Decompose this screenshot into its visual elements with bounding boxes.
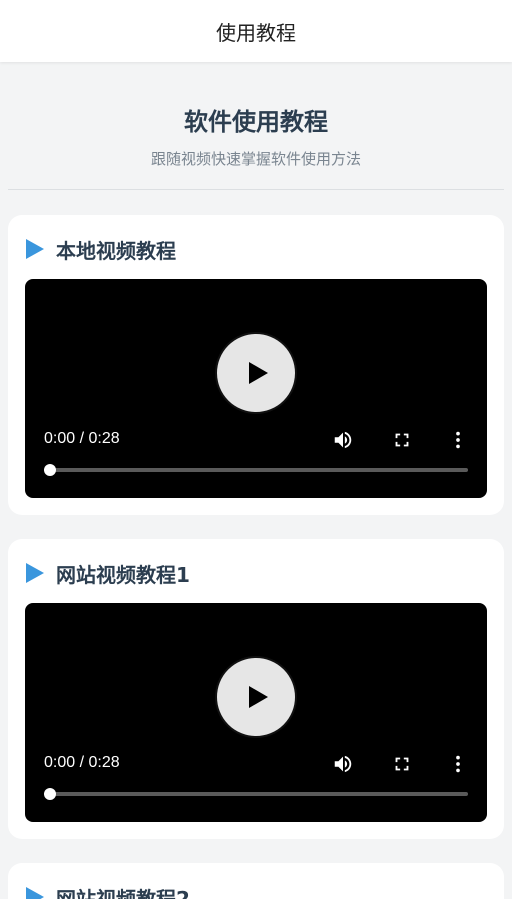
video-card: 网站视频教程1 0:00 / 0:28 bbox=[8, 539, 504, 839]
progress-bar[interactable] bbox=[44, 464, 468, 476]
video-card: 网站视频教程2 bbox=[8, 863, 504, 899]
hero-section: 软件使用教程 跟随视频快速掌握软件使用方法 bbox=[8, 62, 504, 190]
card-header: 网站视频教程1 bbox=[26, 559, 190, 587]
top-bar: 使用教程 bbox=[0, 0, 512, 62]
video-card: 本地视频教程 0:00 / 0:28 bbox=[8, 215, 504, 515]
more-vertical-icon[interactable] bbox=[447, 753, 469, 775]
volume-icon[interactable] bbox=[332, 753, 354, 775]
page-title: 使用教程 bbox=[216, 20, 296, 45]
card-header: 本地视频教程 bbox=[26, 235, 176, 263]
triangle-right-icon bbox=[26, 563, 44, 583]
video-player[interactable]: 0:00 / 0:28 bbox=[25, 603, 487, 822]
fullscreen-icon[interactable] bbox=[391, 429, 413, 451]
card-title: 网站视频教程1 bbox=[56, 562, 190, 587]
play-icon bbox=[249, 362, 268, 384]
play-button[interactable] bbox=[215, 656, 297, 738]
triangle-right-icon bbox=[26, 239, 44, 259]
card-header: 网站视频教程2 bbox=[26, 883, 190, 899]
more-vertical-icon[interactable] bbox=[447, 429, 469, 451]
time-display: 0:00 / 0:28 bbox=[44, 754, 120, 771]
play-button[interactable] bbox=[215, 332, 297, 414]
video-player[interactable]: 0:00 / 0:28 bbox=[25, 279, 487, 498]
time-display: 0:00 / 0:28 bbox=[44, 430, 120, 447]
card-title: 本地视频教程 bbox=[56, 238, 176, 263]
play-icon bbox=[249, 686, 268, 708]
volume-icon[interactable] bbox=[332, 429, 354, 451]
hero-title: 软件使用教程 bbox=[184, 108, 328, 136]
hero-subtitle: 跟随视频快速掌握软件使用方法 bbox=[150, 150, 361, 168]
progress-bar[interactable] bbox=[44, 788, 468, 800]
card-title: 网站视频教程2 bbox=[56, 886, 190, 899]
progress-thumb[interactable] bbox=[44, 788, 56, 800]
triangle-right-icon bbox=[26, 887, 44, 899]
progress-thumb[interactable] bbox=[44, 464, 56, 476]
fullscreen-icon[interactable] bbox=[391, 753, 413, 775]
